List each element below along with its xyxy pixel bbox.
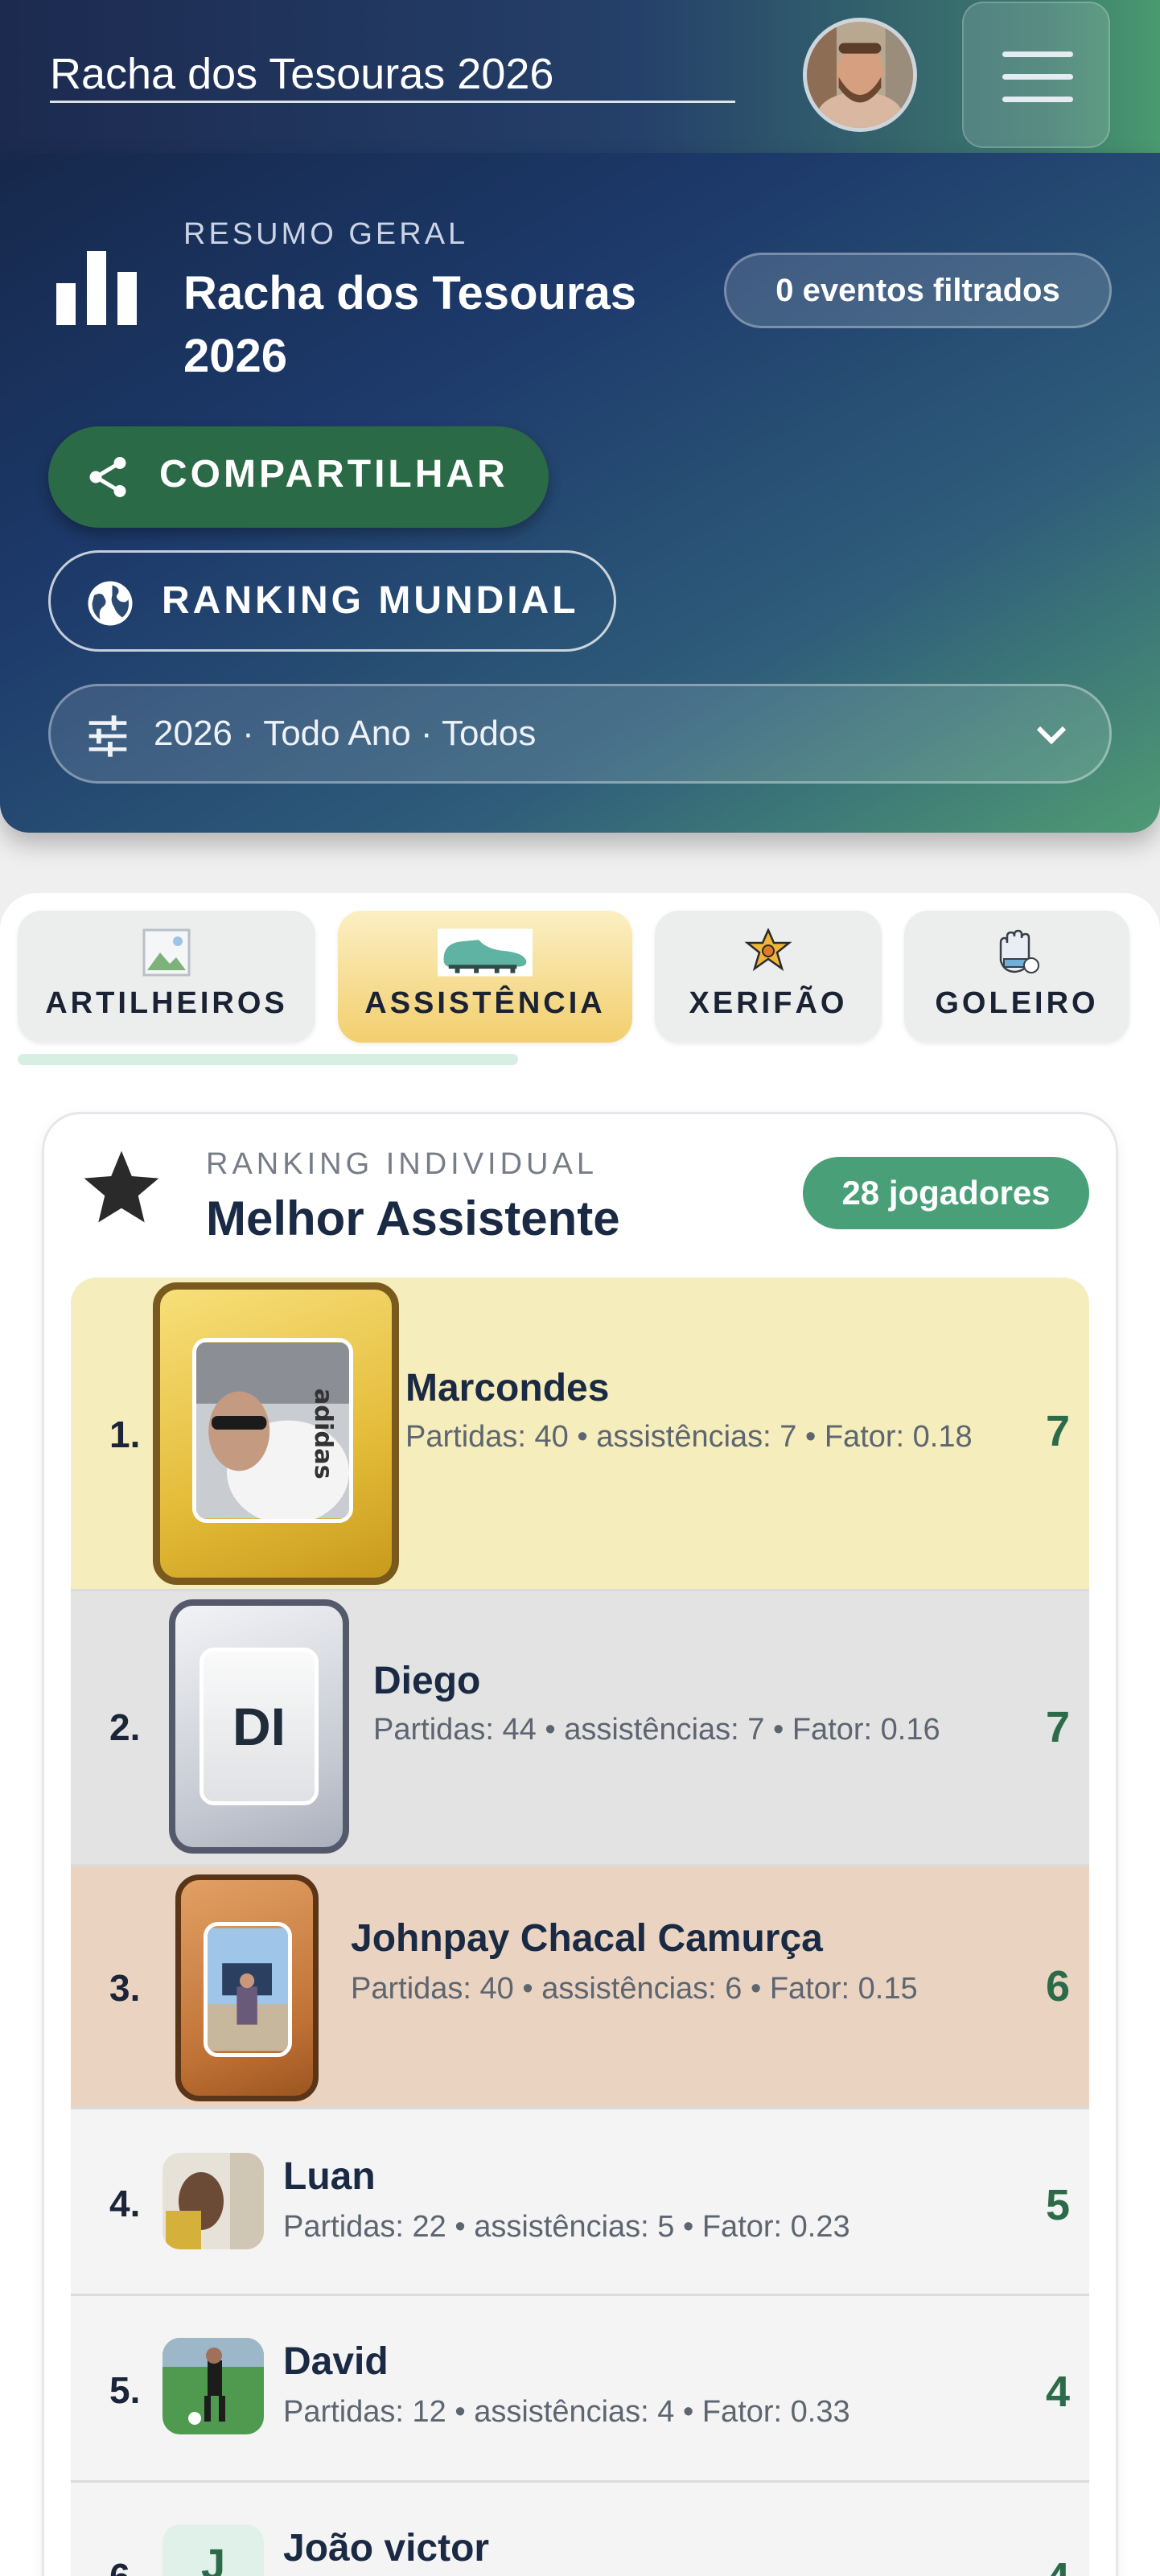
player-initials-avatar: J (162, 2525, 264, 2576)
summary-card: RESUMO GERAL Racha dos Tesouras 2026 0 e… (0, 153, 1160, 833)
player-stats: Partidas: 44 • assistências: 7 • Fator: … (373, 1713, 940, 1747)
summary-title: Racha dos Tesouras 2026 (183, 267, 637, 382)
player-name: Marcondes (405, 1367, 610, 1409)
filter-value: 2026 · Todo Ano · Todos (154, 714, 537, 753)
rank-position: 3. (109, 1967, 141, 2009)
ranking-row[interactable]: 2. DI Diego Partidas: 44 • assistências:… (71, 1591, 1089, 1866)
soccer-cleat-icon (438, 928, 533, 977)
bronze-frame (175, 1874, 319, 2101)
ranking-row[interactable]: 1. adidas Marcondes Partidas: 40 • assis… (71, 1278, 1089, 1591)
player-photo: adidas (192, 1338, 353, 1523)
tab-scroll-indicator[interactable] (18, 1054, 518, 1065)
player-score: 7 (1045, 1703, 1070, 1751)
star-icon (84, 1150, 159, 1223)
player-initials-avatar: DI (200, 1648, 319, 1805)
svg-text:adidas: adidas (309, 1389, 337, 1479)
player-score: 7 (1045, 1407, 1070, 1455)
player-stats: Partidas: 40 • assistências: 7 • Fator: … (405, 1420, 973, 1454)
menu-line (1002, 74, 1073, 80)
tune-icon (88, 715, 127, 757)
goalkeeper-glove-icon (999, 929, 1039, 973)
player-photo (204, 1922, 292, 2057)
player-stats: Partidas: 22 • assistências: 5 • Fator: … (283, 2210, 850, 2244)
world-ranking-button[interactable]: RANKING MUNDIAL (48, 550, 616, 652)
player-name: Diego (373, 1660, 481, 1702)
ranking-row[interactable]: 4. Luan Partidas: 22 • assistências: 5 •… (71, 2109, 1089, 2296)
gold-frame: adidas (153, 1282, 399, 1585)
player-score: 4 (1045, 2368, 1070, 2416)
ranking-row[interactable]: 3. Johnpay Chacal Camurça Partidas: 40 •… (71, 1866, 1089, 2109)
tab-assistencia[interactable]: ASSISTÊNCIA (338, 911, 632, 1043)
player-score: 6 (1045, 1962, 1070, 2010)
sheriff-badge-icon (744, 928, 792, 972)
rank-position: 5. (109, 2369, 141, 2411)
player-name: Luan (283, 2155, 376, 2198)
hamburger-menu-button[interactable] (962, 2, 1110, 148)
rank-position: 4. (109, 2183, 141, 2224)
rank-position: 1. (109, 1414, 141, 1455)
avatar-photo (807, 22, 913, 128)
share-button-label: COMPARTILHAR (159, 453, 508, 496)
menu-line (1002, 51, 1073, 57)
period-filter-select[interactable]: 2026 · Todo Ano · Todos (48, 684, 1112, 784)
rank-position: 2. (109, 1706, 141, 1748)
players-count-badge: 28 jogadores (803, 1157, 1089, 1229)
player-photo (162, 2338, 264, 2434)
player-name: João victor (283, 2527, 490, 2570)
ranking-row[interactable]: 6. J João victor 4 (71, 2483, 1089, 2576)
player-name: David (283, 2340, 389, 2383)
player-score: 4 (1046, 2553, 1070, 2576)
silver-frame: DI (169, 1599, 349, 1854)
tab-goleiro[interactable]: GOLEIRO (904, 911, 1129, 1043)
top-app-bar: Racha dos Tesouras 2026 (0, 0, 1160, 153)
ranking-title: Melhor Assistente (206, 1191, 620, 1245)
tab-label: ASSISTÊNCIA (364, 986, 606, 1020)
tab-artilheiros[interactable]: ARTILHEIROS (18, 911, 315, 1043)
app-title-input[interactable]: Racha dos Tesouras 2026 (50, 45, 735, 103)
world-ranking-label: RANKING MUNDIAL (162, 579, 579, 622)
broken-image-icon (142, 928, 191, 977)
player-name: Johnpay Chacal Camurça (351, 1917, 823, 1960)
globe-icon (88, 581, 133, 626)
player-stats: Partidas: 12 • assistências: 4 • Fator: … (283, 2395, 850, 2429)
share-icon (89, 457, 126, 497)
summary-overline: RESUMO GERAL (183, 217, 469, 251)
ranking-overline: RANKING INDIVIDUAL (206, 1147, 598, 1181)
rank-position: 6. (109, 2555, 140, 2576)
share-button[interactable]: COMPARTILHAR (48, 426, 549, 528)
menu-line (1002, 97, 1073, 102)
user-avatar[interactable] (803, 18, 917, 132)
player-photo (162, 2153, 264, 2249)
chevron-down-icon (1036, 726, 1067, 745)
player-stats: Partidas: 40 • assistências: 6 • Fator: … (351, 1972, 918, 2006)
tab-label: XERIFÃO (689, 986, 848, 1020)
ranking-row[interactable]: 5. David Partidas: 12 • assistências: 4 … (71, 2296, 1089, 2483)
bar-chart-icon (56, 251, 137, 325)
tab-label: GOLEIRO (935, 986, 1099, 1020)
tab-label: ARTILHEIROS (45, 986, 288, 1020)
player-score: 5 (1045, 2181, 1070, 2229)
events-filter-badge[interactable]: 0 eventos filtrados (724, 253, 1112, 328)
tab-xerifao[interactable]: XERIFÃO (655, 911, 882, 1043)
